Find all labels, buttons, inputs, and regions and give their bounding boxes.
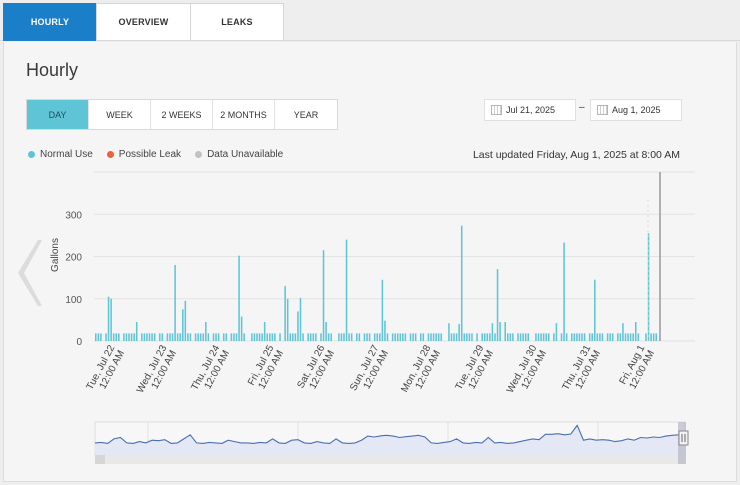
page-title: Hourly xyxy=(26,60,79,80)
calendar-icon xyxy=(597,105,608,115)
hourly-panel: Hourly DAY WEEK 2 WEEKS 2 MONTHS YEAR Ju… xyxy=(3,42,737,482)
tab-overview[interactable]: OVERVIEW xyxy=(96,3,191,41)
start-date-value: Jul 21, 2025 xyxy=(506,105,556,115)
end-date-value: Aug 1, 2025 xyxy=(612,105,661,115)
range-2weeks-button[interactable]: 2 WEEKS xyxy=(151,100,213,129)
tab-hourly[interactable]: HOURLY xyxy=(3,3,97,41)
legend-data-unavailable[interactable]: Data Unavailable xyxy=(195,149,283,160)
legend-dot-normal xyxy=(28,151,35,158)
top-tab-bar: HOURLY OVERVIEW LEAKS xyxy=(0,0,740,41)
chevron-left-icon[interactable] xyxy=(14,238,44,308)
tab-leaks[interactable]: LEAKS xyxy=(190,3,284,41)
date-range-separator: – xyxy=(579,102,585,113)
range-year-button[interactable]: YEAR xyxy=(275,100,337,129)
legend-label: Normal Use xyxy=(40,149,93,160)
start-date-input[interactable]: Jul 21, 2025 xyxy=(484,99,576,121)
legend-normal-use[interactable]: Normal Use xyxy=(28,149,93,160)
range-day-button[interactable]: DAY xyxy=(27,100,89,129)
chart-legend: Normal Use Possible Leak Data Unavailabl… xyxy=(28,149,297,160)
legend-label: Data Unavailable xyxy=(207,149,284,160)
calendar-icon xyxy=(491,105,502,115)
legend-label: Possible Leak xyxy=(118,149,182,160)
range-selector: DAY WEEK 2 WEEKS 2 MONTHS YEAR xyxy=(26,99,338,130)
end-date-input[interactable]: Aug 1, 2025 xyxy=(590,99,682,121)
legend-possible-leak[interactable]: Possible Leak xyxy=(106,149,182,160)
legend-dot-leak xyxy=(106,151,114,158)
legend-dot-unavailable xyxy=(195,151,203,158)
range-week-button[interactable]: WEEK xyxy=(89,100,151,129)
range-2months-button[interactable]: 2 MONTHS xyxy=(213,100,275,129)
last-updated-text: Last updated Friday, Aug 1, 2025 at 8:00… xyxy=(472,149,680,161)
